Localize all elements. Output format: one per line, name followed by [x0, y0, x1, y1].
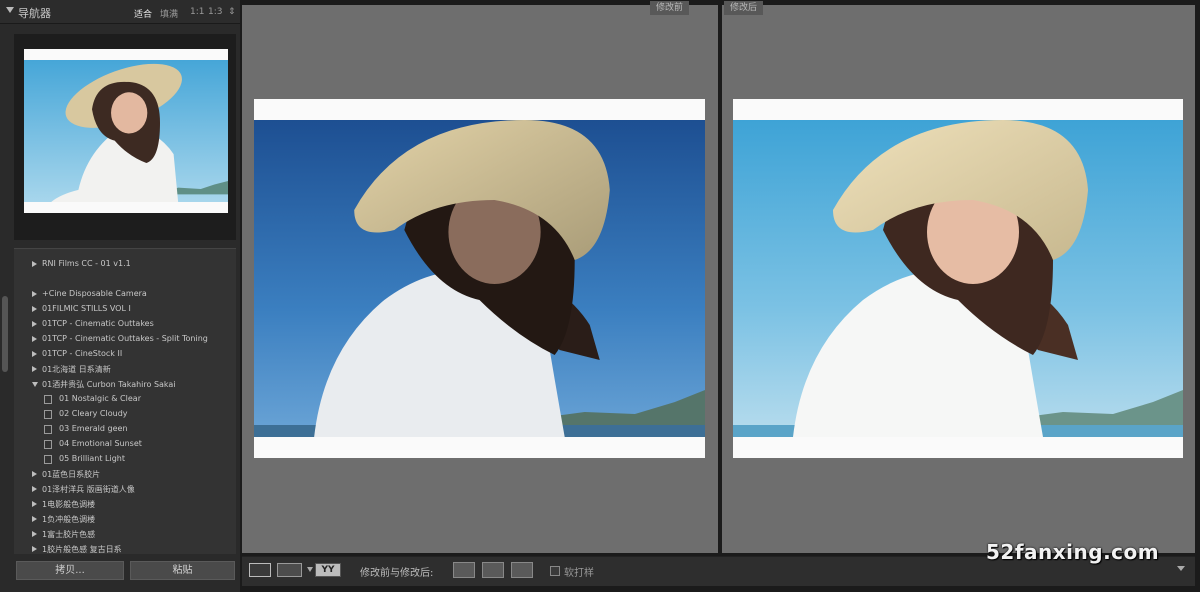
- before-after-toggle-button[interactable]: YY: [315, 563, 341, 577]
- expand-triangle-icon[interactable]: [32, 501, 37, 507]
- before-image: [254, 120, 705, 437]
- softproof-checkbox[interactable]: [550, 566, 560, 576]
- grid-view-icon[interactable]: [277, 563, 302, 577]
- paste-button[interactable]: 粘贴: [130, 561, 235, 580]
- compare-label: 修改前与修改后:: [360, 568, 434, 579]
- zoom-dropdown-icon[interactable]: ⇕: [228, 7, 236, 17]
- preset-icon: [44, 395, 52, 404]
- expand-triangle-icon[interactable]: [32, 546, 37, 552]
- copy-after-to-before-icon[interactable]: [482, 562, 504, 578]
- loupe-view-icon[interactable]: [249, 563, 271, 577]
- expand-triangle-icon[interactable]: [32, 351, 37, 357]
- left-panel-scrollbar[interactable]: [2, 296, 8, 372]
- preset-folder[interactable]: 01蓝色日系胶片: [14, 467, 236, 482]
- collapse-triangle-icon[interactable]: [32, 382, 38, 387]
- expand-triangle-icon[interactable]: [32, 261, 37, 267]
- preset-item[interactable]: 05 Brilliant Light: [14, 452, 236, 467]
- preset-folder[interactable]: RNI Films CC - 01 v1.1: [14, 257, 236, 272]
- preset-icon: [44, 455, 52, 464]
- toolbar-menu-icon[interactable]: [1177, 566, 1185, 571]
- expand-triangle-icon[interactable]: [32, 486, 37, 492]
- swap-before-after-icon[interactable]: [511, 562, 533, 578]
- preset-folder[interactable]: 1富士胶片色感: [14, 527, 236, 542]
- expand-triangle-icon[interactable]: [32, 366, 37, 372]
- preset-folder[interactable]: 01TCP - Cinematic Outtakes - Split Tonin…: [14, 332, 236, 347]
- preset-folder[interactable]: 1电影般色调楼: [14, 497, 236, 512]
- preset-icon: [44, 425, 52, 434]
- preset-folder[interactable]: 01TCP - Cinematic Outtakes: [14, 317, 236, 332]
- zoom-1-1-option[interactable]: 1:1: [190, 7, 204, 17]
- preset-folder[interactable]: +Cine Disposable Camera: [14, 287, 236, 302]
- presets-list: RNI Films CC - 01 v1.1 +Cine Disposable …: [14, 257, 236, 557]
- navigator-title: 导航器: [18, 7, 51, 20]
- preset-icon: [44, 440, 52, 449]
- zoom-fill-option[interactable]: 填满: [160, 7, 178, 20]
- copy-button[interactable]: 拷贝...: [16, 561, 124, 580]
- expand-triangle-icon[interactable]: [32, 321, 37, 327]
- watermark-text: 52fanxing.com: [986, 540, 1160, 564]
- collapse-triangle-icon[interactable]: [6, 7, 14, 13]
- navigator-thumbnail-photo: [24, 60, 228, 202]
- before-label: 修改前: [650, 1, 690, 15]
- zoom-1-3-option[interactable]: 1:3: [208, 7, 222, 17]
- preset-icon: [44, 410, 52, 419]
- preset-folder-expanded[interactable]: 01酒井贵弘 Curbon Takahiro Sakai: [14, 377, 236, 392]
- expand-triangle-icon[interactable]: [32, 471, 37, 477]
- expand-triangle-icon[interactable]: [32, 516, 37, 522]
- expand-triangle-icon[interactable]: [32, 306, 37, 312]
- expand-triangle-icon[interactable]: [32, 531, 37, 537]
- expand-triangle-icon[interactable]: [32, 291, 37, 297]
- expand-triangle-icon[interactable]: [32, 336, 37, 342]
- softproof-label: 软打样: [564, 568, 594, 579]
- copy-before-to-after-icon[interactable]: [453, 562, 475, 578]
- preset-item[interactable]: 02 Cleary Cloudy: [14, 407, 236, 422]
- preset-folder[interactable]: 01泽村洋兵 版画街道人像: [14, 482, 236, 497]
- after-label: 修改后: [724, 1, 764, 15]
- preset-folder[interactable]: 1胶片般色感 复古日系: [14, 542, 236, 557]
- preset-item[interactable]: 01 Nostalgic & Clear: [14, 392, 236, 407]
- preset-folder[interactable]: 01FILMIC STILLS VOL I: [14, 302, 236, 317]
- preset-folder[interactable]: 01北海道 日系清新: [14, 362, 236, 377]
- after-image: [733, 120, 1183, 437]
- preset-item[interactable]: 04 Emotional Sunset: [14, 437, 236, 452]
- dropdown-arrow-icon[interactable]: [307, 567, 313, 572]
- preset-item[interactable]: 03 Emerald geen: [14, 422, 236, 437]
- preset-folder[interactable]: 01TCP - CineStock II: [14, 347, 236, 362]
- preset-folder[interactable]: 1负冲般色调楼: [14, 512, 236, 527]
- zoom-fit-option[interactable]: 适合: [134, 7, 152, 20]
